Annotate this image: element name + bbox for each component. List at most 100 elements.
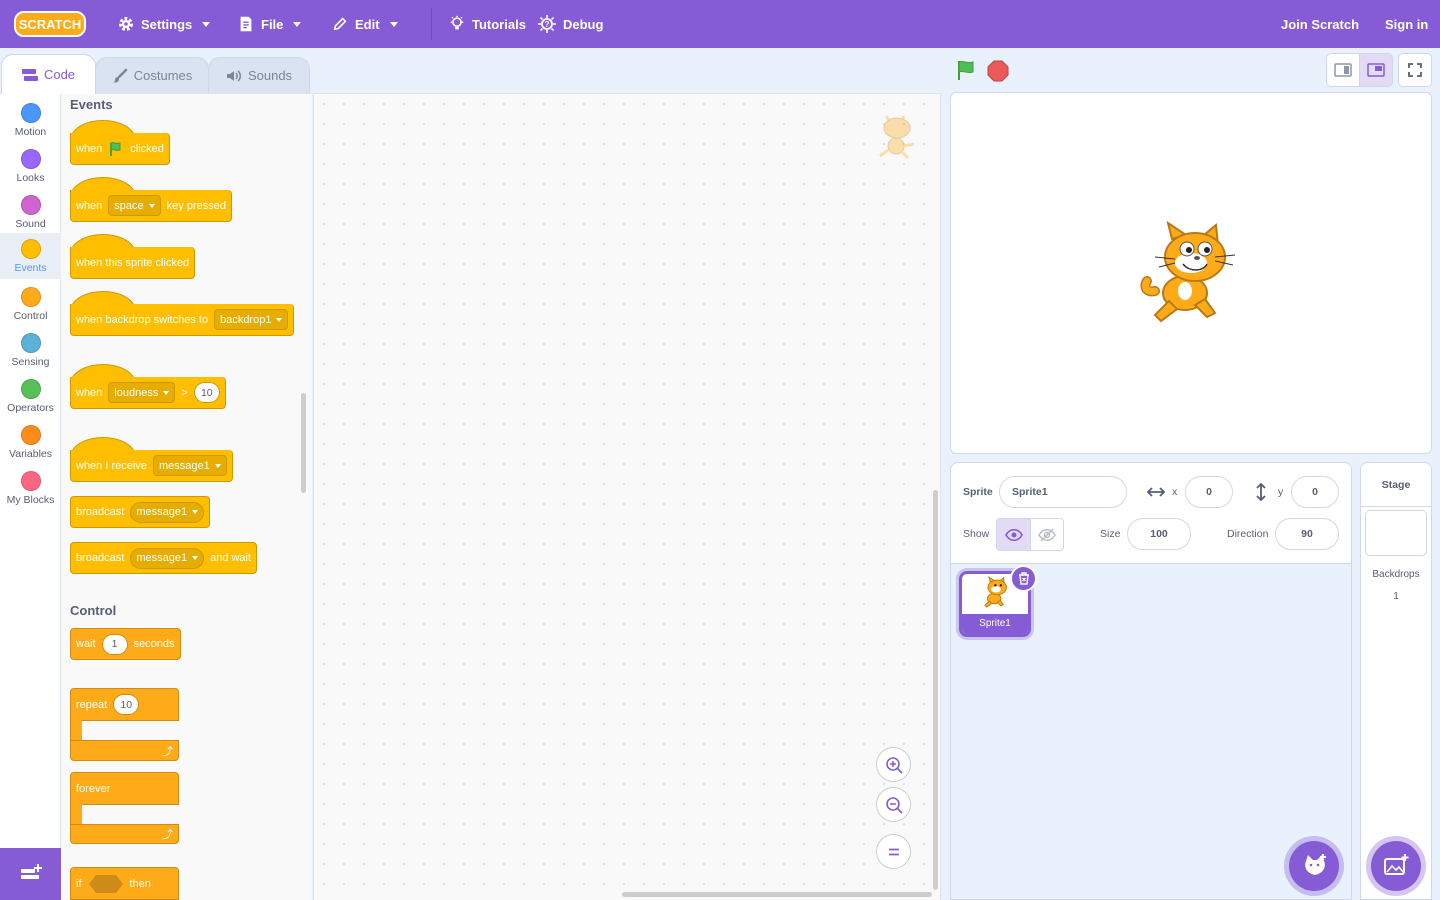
- tab-costumes[interactable]: Costumes: [95, 57, 209, 93]
- tab-sounds[interactable]: Sounds: [208, 57, 310, 93]
- script-area[interactable]: [313, 93, 941, 900]
- category-sensing[interactable]: Sensing: [0, 327, 61, 373]
- zoom-in-button[interactable]: [876, 747, 911, 782]
- zoom-out-button[interactable]: [876, 787, 911, 822]
- tab-code[interactable]: Code: [1, 54, 96, 94]
- cat-thumbnail-icon: [984, 576, 1007, 608]
- zoom-reset-button[interactable]: [876, 834, 911, 869]
- boolean-slot[interactable]: [88, 874, 124, 894]
- dropdown-caret-icon: [163, 390, 170, 395]
- menu-bar: SCRATCH Settings File Edit Tutorials ? D…: [0, 0, 1440, 48]
- block-text: and wait: [210, 552, 252, 564]
- sprite-name-input[interactable]: Sprite1: [999, 476, 1127, 508]
- stage-thumbnail[interactable]: [1365, 510, 1427, 556]
- category-events[interactable]: Events: [0, 233, 61, 279]
- block-when-key-pressed[interactable]: when space key pressed: [70, 190, 232, 222]
- palette-scrollbar[interactable]: [301, 393, 306, 493]
- repeat-count-input[interactable]: 10: [113, 694, 140, 715]
- cat-sprite[interactable]: [1139, 221, 1243, 329]
- block-broadcast-and-wait[interactable]: broadcast message1 and wait: [70, 542, 258, 574]
- repeat-top: repeat 10: [70, 688, 179, 721]
- join-scratch-link[interactable]: Join Scratch: [1281, 0, 1359, 48]
- size-input[interactable]: 100: [1127, 518, 1191, 550]
- large-stage-button[interactable]: [1359, 53, 1393, 87]
- eye-icon: [1004, 528, 1023, 541]
- stage-selector[interactable]: Stage Backdrops 1: [1360, 462, 1432, 900]
- show-visible-button[interactable]: [996, 518, 1031, 551]
- choose-sprite-button[interactable]: [1289, 841, 1339, 891]
- small-stage-button[interactable]: [1326, 53, 1360, 87]
- block-broadcast[interactable]: broadcast message1: [70, 496, 211, 528]
- chevron-down-icon: [389, 21, 398, 27]
- x-input[interactable]: 0: [1185, 476, 1233, 508]
- pencil-icon: [333, 17, 347, 31]
- tutorials-label: Tutorials: [472, 16, 526, 32]
- backdrops-label: Backdrops: [1372, 569, 1420, 580]
- fullscreen-button[interactable]: [1398, 53, 1432, 87]
- block-when-sprite-clicked[interactable]: when this sprite clicked: [70, 247, 196, 279]
- block-if-then[interactable]: if then: [70, 867, 179, 900]
- loop-arrow-icon: ⤴: [162, 745, 173, 758]
- debug-button[interactable]: ? Debug: [537, 0, 603, 48]
- category-looks[interactable]: Looks: [0, 143, 61, 189]
- svg-text:?: ?: [545, 20, 550, 29]
- block-when-flag-clicked[interactable]: when clicked: [70, 133, 170, 165]
- block-text: broadcast: [76, 552, 125, 564]
- scratch-logo[interactable]: SCRATCH: [14, 10, 86, 38]
- script-horizontal-scrollbar[interactable]: [622, 892, 932, 897]
- settings-menu[interactable]: Settings: [117, 0, 211, 48]
- y-input[interactable]: 0: [1291, 476, 1339, 508]
- chevron-down-icon: [293, 21, 302, 27]
- category-motion[interactable]: Motion: [0, 97, 61, 143]
- threshold-input[interactable]: 10: [193, 382, 220, 403]
- choose-backdrop-button[interactable]: [1371, 841, 1421, 891]
- size-label: Size: [1100, 528, 1121, 540]
- dropdown-caret-icon: [276, 317, 283, 322]
- speaker-icon: [226, 69, 241, 82]
- show-hidden-button[interactable]: [1030, 518, 1064, 551]
- block-when-backdrop-switches[interactable]: when backdrop switches to backdrop1: [70, 304, 295, 336]
- direction-label: Direction: [1227, 528, 1269, 540]
- sensor-dropdown[interactable]: loudness: [108, 382, 176, 403]
- message-dropdown[interactable]: message1: [152, 455, 227, 476]
- sign-in-label: Sign in: [1385, 16, 1429, 32]
- stop-button[interactable]: [987, 60, 1009, 82]
- dropdown-caret-icon: [148, 203, 155, 208]
- dropdown-value: backdrop1: [220, 313, 272, 326]
- block-forever[interactable]: forever ⤴: [70, 772, 179, 844]
- add-extension-button[interactable]: [0, 848, 61, 900]
- category-control[interactable]: Control: [0, 281, 61, 327]
- sprite-label: Sprite: [963, 486, 993, 498]
- stage-canvas[interactable]: [950, 92, 1432, 454]
- show-label: Show: [963, 528, 990, 540]
- category-operators[interactable]: Operators: [0, 373, 61, 419]
- backdrop-dropdown[interactable]: backdrop1: [214, 309, 289, 330]
- tab-sounds-label: Sounds: [247, 68, 293, 83]
- category-label: Sensing: [11, 356, 50, 368]
- category-variables[interactable]: Variables: [0, 419, 61, 465]
- block-text: seconds: [133, 638, 175, 650]
- block-repeat[interactable]: repeat 10 ⤴: [70, 688, 179, 761]
- tutorials-button[interactable]: Tutorials: [448, 0, 526, 48]
- key-dropdown[interactable]: space: [108, 195, 161, 216]
- delete-sprite-button[interactable]: [1010, 565, 1037, 592]
- seconds-input[interactable]: 1: [101, 633, 128, 655]
- green-flag-button[interactable]: [955, 59, 977, 81]
- script-vertical-scrollbar[interactable]: [933, 490, 938, 890]
- message-dropdown[interactable]: message1: [130, 547, 205, 569]
- dropdown-value: message1: [136, 506, 188, 518]
- edit-menu[interactable]: Edit: [331, 0, 398, 48]
- message-dropdown[interactable]: message1: [130, 501, 205, 523]
- block-when-greater-than[interactable]: when loudness > 10: [70, 377, 226, 409]
- category-menu: Motion Looks Sound Events Control Sensin…: [0, 93, 61, 900]
- category-my-blocks[interactable]: My Blocks: [0, 465, 61, 511]
- block-text: when: [76, 142, 103, 155]
- block-when-i-receive[interactable]: when I receive message1: [70, 450, 233, 482]
- block-wait-seconds[interactable]: wait 1 seconds: [70, 628, 181, 660]
- direction-input[interactable]: 90: [1275, 518, 1339, 550]
- category-label: Sound: [15, 218, 46, 230]
- sprite-info: Sprite Sprite1 x 0 y 0 Show Size 100 Dir…: [951, 463, 1351, 564]
- category-sound[interactable]: Sound: [0, 189, 61, 235]
- sign-in-link[interactable]: Sign in: [1385, 0, 1428, 48]
- file-menu[interactable]: File: [237, 0, 302, 48]
